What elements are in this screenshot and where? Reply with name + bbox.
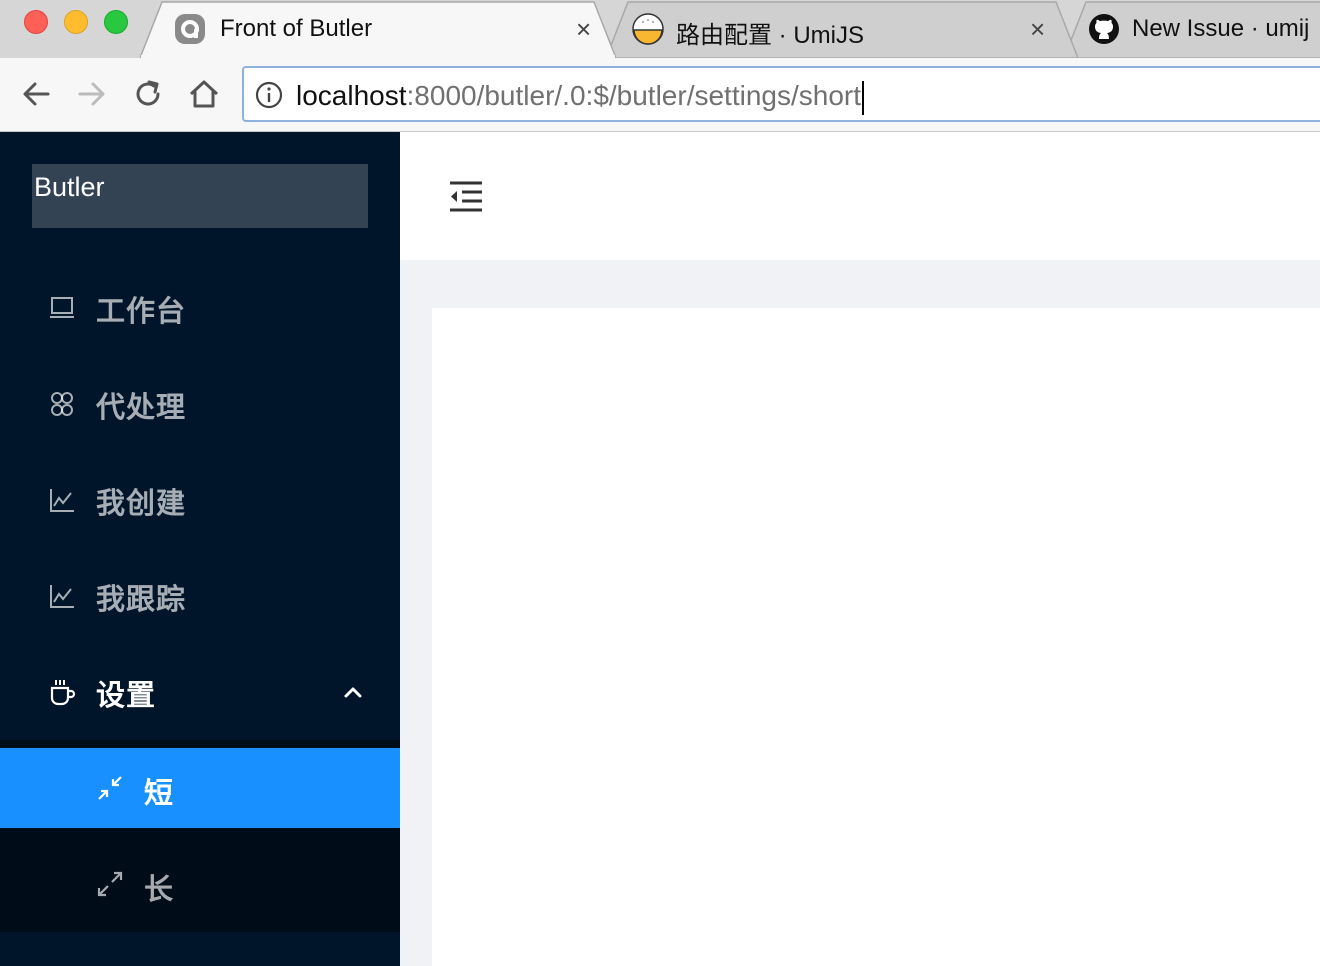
sidebar-item-workbench[interactable]: 工作台 xyxy=(0,268,400,348)
page-header xyxy=(400,132,1320,260)
window-zoom-button[interactable] xyxy=(104,10,128,34)
info-icon[interactable] xyxy=(254,80,284,110)
sidebar-item-settings[interactable]: 设置 xyxy=(0,652,400,732)
text-caret xyxy=(862,80,865,115)
tab-background xyxy=(140,1,616,58)
main-area xyxy=(400,132,1320,966)
line-chart-icon xyxy=(50,585,74,608)
content-panel xyxy=(432,308,1320,966)
sidebar-subitem-label: 长 xyxy=(144,874,174,906)
url-text[interactable]: localhost:8000/butler/.0:$/butler/settin… xyxy=(296,80,865,115)
forward-arrow-icon[interactable] xyxy=(74,76,110,112)
browser-tab-strip: New Issue · umij 路由配置 · UmiJS × Front of… xyxy=(0,0,1320,58)
arrows-alt-icon xyxy=(97,871,123,897)
sidebar-item-label: 我创建 xyxy=(96,488,187,520)
app-logo[interactable]: Butler xyxy=(32,164,368,228)
address-bar[interactable]: localhost:8000/butler/.0:$/butler/settin… xyxy=(242,66,1320,122)
line-chart-icon xyxy=(50,489,74,512)
url-path: :8000/butler/.0:$/butler/settings/short xyxy=(406,80,862,111)
menu-fold-icon[interactable] xyxy=(448,180,484,212)
sidebar-subitem-long[interactable]: 长 xyxy=(0,844,400,924)
sidebar-item-label: 工作台 xyxy=(96,296,187,328)
sidebar-subitem-label: 短 xyxy=(144,778,174,810)
url-host: localhost xyxy=(296,80,407,111)
logo-text: Butler xyxy=(34,172,105,202)
app-layout: Butler 工作台 代处理 我创建 我跟踪 设置 短 长 xyxy=(0,132,1320,966)
laptop-icon xyxy=(50,297,74,318)
sidebar-item-label: 我跟踪 xyxy=(96,584,187,616)
browser-tab-new-issue[interactable]: New Issue · umij xyxy=(1064,0,1320,58)
window-minimize-button[interactable] xyxy=(64,10,88,34)
tab-title: New Issue · umij xyxy=(1132,15,1310,42)
browser-tab-front-of-butler[interactable]: Front of Butler × xyxy=(140,0,616,58)
reload-icon[interactable] xyxy=(130,76,166,112)
sidebar-item-label: 设置 xyxy=(96,680,157,712)
tab-title: Front of Butler xyxy=(220,15,373,42)
browser-toolbar: localhost:8000/butler/.0:$/butler/settin… xyxy=(0,58,1320,132)
tab-close-icon[interactable]: × xyxy=(1030,14,1045,44)
settings-submenu: 短 长 xyxy=(0,740,400,932)
browser-tab-umijs[interactable]: 路由配置 · UmiJS × xyxy=(606,0,1078,58)
sidebar-subitem-short[interactable]: 短 xyxy=(0,748,400,828)
sidebar-item-label: 代处理 xyxy=(96,392,187,424)
sidebar-item-tracked[interactable]: 我跟踪 xyxy=(0,556,400,636)
tab-close-icon[interactable]: × xyxy=(576,14,591,44)
umi-rice-icon xyxy=(632,13,664,45)
tab-title: 路由配置 · UmiJS xyxy=(676,22,864,49)
sidebar: Butler 工作台 代处理 我创建 我跟踪 设置 短 长 xyxy=(0,132,400,966)
github-icon xyxy=(1089,14,1119,44)
sidebar-item-created[interactable]: 我创建 xyxy=(0,460,400,540)
home-icon[interactable] xyxy=(186,76,222,112)
umi-logo-icon xyxy=(175,14,205,44)
back-arrow-icon[interactable] xyxy=(18,76,54,112)
chevron-up-icon[interactable] xyxy=(342,682,364,702)
window-close-button[interactable] xyxy=(24,10,48,34)
coffee-icon xyxy=(50,680,76,706)
shrink-icon xyxy=(98,776,122,800)
team-icon xyxy=(51,392,73,416)
sidebar-item-pending[interactable]: 代处理 xyxy=(0,364,400,444)
